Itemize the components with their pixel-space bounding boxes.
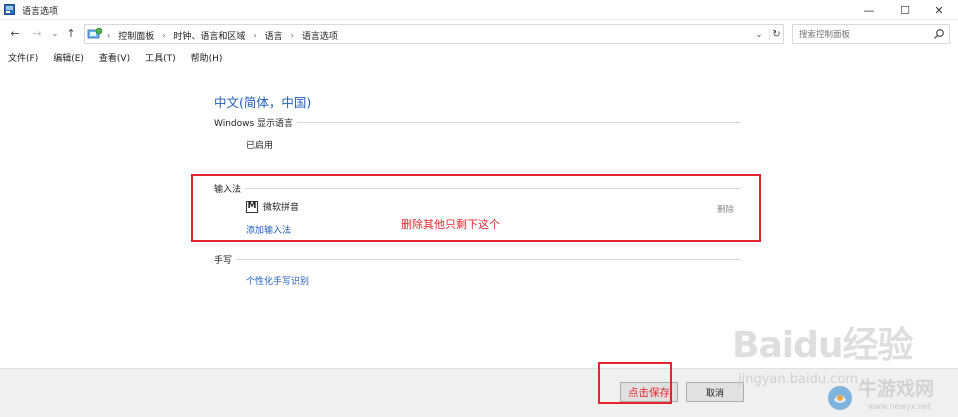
address-bar[interactable]: › 控制面板 › 时钟、语言和区域 › 语言 › 语言选项 ⌄ ↻ [84,24,784,44]
site-logo-icon [828,386,852,410]
section-divider [297,122,741,123]
up-button[interactable]: ↑ [64,26,78,40]
breadcrumb-clock-language-region[interactable]: 时钟、语言和区域 [173,29,245,42]
breadcrumb-separator: › [253,31,257,40]
back-button[interactable]: ← [8,26,22,40]
handwriting-heading: 手写 [214,256,233,266]
site-watermark: 牛游戏网 [858,378,935,400]
handwriting-section: 手写 [214,253,741,266]
menu-bar: 文件(F) 编辑(E) 查看(V) 工具(T) 帮助(H) [0,49,958,65]
breadcrumb: › 控制面板 › 时钟、语言和区域 › 语言 › 语言选项 [107,29,338,42]
breadcrumb-control-panel[interactable]: 控制面板 [118,29,154,42]
refresh-button[interactable]: ↻ [769,28,783,40]
maximize-button[interactable]: ☐ [888,0,922,20]
title-bar: 语言选项 — ☐ ✕ [0,0,958,20]
personalize-handwriting-link[interactable]: 个性化手写识别 [246,274,309,287]
menu-help[interactable]: 帮助(H) [183,49,229,65]
breadcrumb-language[interactable]: 语言 [265,29,283,42]
close-button[interactable]: ✕ [922,0,956,20]
search-box[interactable] [792,24,950,44]
breadcrumb-separator: › [107,31,111,40]
site-url-watermark: www.newyx.net [868,402,932,411]
control-panel-icon [87,27,103,39]
menu-tools[interactable]: 工具(T) [137,49,182,65]
menu-view[interactable]: 查看(V) [91,49,136,65]
search-input[interactable] [799,28,929,41]
display-language-heading: Windows 显示语言 [214,119,294,129]
baidu-watermark: Baidu经验 [732,325,913,366]
address-dropdown-button[interactable]: ⌄ [753,28,765,40]
recent-locations-button[interactable]: ⌄ [48,26,62,40]
annotation-text: 删除其他只剩下这个 [401,218,500,231]
save-highlight-box [598,362,672,404]
breadcrumb-language-options[interactable]: 语言选项 [302,29,338,42]
breadcrumb-separator: › [290,31,294,40]
forward-button[interactable]: → [30,26,44,40]
minimize-button[interactable]: — [852,0,886,20]
menu-edit[interactable]: 编辑(E) [45,49,90,65]
cancel-button[interactable]: 取消 [686,382,744,402]
breadcrumb-separator: › [162,31,166,40]
display-language-status: 已启用 [246,141,274,151]
display-language-section: Windows 显示语言 [214,116,741,129]
navigation-row: ← → ⌄ ↑ › 控制面板 › 时钟、语言和区域 › 语言 › 语言选项 ⌄ … [0,22,958,46]
window-title: 语言选项 [22,7,59,17]
language-options-icon [4,4,15,15]
section-divider [236,259,741,260]
menu-file[interactable]: 文件(F) [0,49,44,65]
search-icon[interactable] [933,28,945,40]
language-title: 中文(简体，中国) [214,95,312,110]
